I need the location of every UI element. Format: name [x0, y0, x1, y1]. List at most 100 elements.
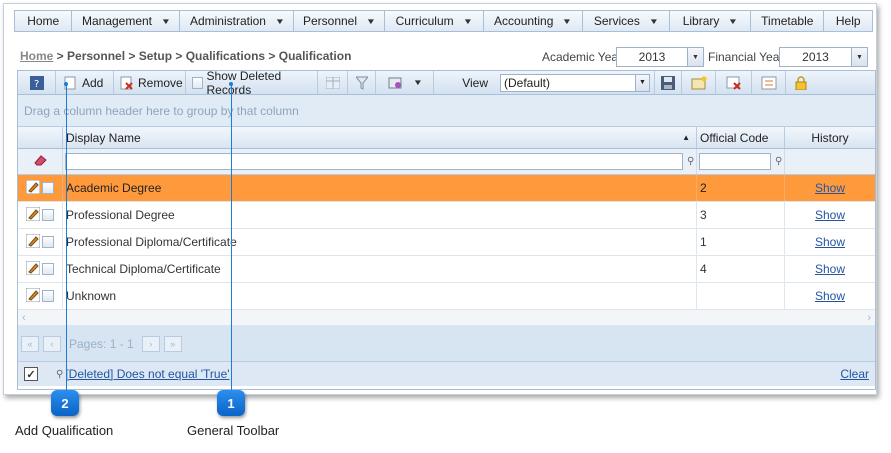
display-name-cell: Technical Diploma/Certificate — [63, 256, 697, 282]
official-code-filter-input[interactable] — [699, 153, 771, 170]
help-icon: ? — [29, 75, 45, 91]
lock-button[interactable] — [786, 71, 816, 94]
group-by-panel[interactable]: Drag a column header here to group by th… — [18, 95, 875, 127]
menu-home[interactable]: Home — [15, 11, 73, 31]
export-menu-button[interactable]: ▼ — [376, 71, 434, 94]
show-history-link[interactable]: Show — [815, 262, 845, 276]
next-page-button[interactable]: › — [141, 335, 160, 352]
chevron-down-icon[interactable]: ▼ — [635, 74, 649, 91]
filter-icon[interactable]: ⚲ — [687, 156, 694, 167]
help-button[interactable]: ? — [18, 71, 56, 94]
last-page-button[interactable]: » — [163, 335, 182, 352]
svg-text:?: ? — [34, 79, 39, 90]
filter-icon[interactable]: ⚲ — [775, 156, 782, 167]
menu-accounting[interactable]: Accounting ▼ — [484, 11, 583, 31]
table-row[interactable]: Technical Diploma/Certificate 4 Show — [18, 256, 875, 283]
table-row[interactable]: Unknown Show — [18, 283, 875, 310]
row-actions — [18, 175, 63, 201]
table-row[interactable]: Academic Degree 2 Show — [18, 175, 875, 202]
filter-footer: ✓ ⚲ [Deleted] Does not equal 'True' Clea… — [18, 362, 875, 386]
chevron-down-icon[interactable]: ▼ — [687, 48, 703, 66]
chevron-down-icon: ▼ — [160, 16, 172, 26]
view-select[interactable]: (Default) ▼ — [500, 73, 650, 92]
display-name-cell: Professional Diploma/Certificate — [63, 229, 697, 255]
column-chooser-button[interactable] — [318, 71, 348, 94]
previous-page-button[interactable]: ‹ — [43, 335, 61, 352]
edit-pencil-icon[interactable] — [25, 260, 41, 278]
general-toolbar: ? Add Remove Show Deleted Records ▼ View… — [18, 69, 875, 97]
academic-year-label: Academic Year — [542, 50, 623, 64]
financial-year-select[interactable]: 2013 ▼ — [779, 47, 868, 67]
menu-management[interactable]: Management ▼ — [72, 11, 181, 31]
apply-filter-checkbox[interactable]: ✓ — [24, 367, 38, 381]
clear-filter-link[interactable]: Clear — [840, 367, 869, 381]
official-code-cell: 2 — [697, 175, 785, 201]
edit-pencil-icon[interactable] — [25, 233, 41, 251]
new-view-button[interactable] — [682, 71, 716, 94]
show-deleted-checkbox[interactable] — [192, 76, 203, 89]
show-history-link[interactable]: Show — [815, 289, 845, 303]
header-history[interactable]: History — [785, 127, 875, 148]
list-settings-icon — [761, 75, 777, 91]
display-name-filter-input[interactable] — [65, 153, 683, 170]
filter-icon: ⚲ — [56, 368, 64, 380]
view-settings-button[interactable] — [752, 71, 786, 94]
chevron-down-icon: ▼ — [728, 16, 739, 26]
scroll-right-icon[interactable]: › — [867, 312, 871, 324]
menu-services[interactable]: Services ▼ — [583, 11, 670, 31]
table-row[interactable]: Professional Diploma/Certificate 1 Show — [18, 229, 875, 256]
filter-button[interactable] — [348, 71, 376, 94]
edit-pencil-icon[interactable] — [25, 206, 41, 224]
columns-icon — [325, 75, 341, 91]
first-page-button[interactable]: « — [21, 335, 39, 352]
header-display-name[interactable]: Display Name ▲ — [63, 127, 697, 148]
row-select-checkbox[interactable] — [42, 209, 54, 221]
menu-library[interactable]: Library ▼ — [670, 11, 752, 31]
menu-help[interactable]: Help — [824, 11, 872, 31]
eraser-icon — [33, 154, 47, 169]
header-selector-column — [18, 127, 63, 148]
menu-administration[interactable]: Administration ▼ — [180, 11, 295, 31]
chevron-down-icon: ▼ — [412, 78, 423, 87]
delete-view-button[interactable] — [716, 71, 752, 94]
row-select-checkbox[interactable] — [42, 263, 54, 275]
edit-pencil-icon[interactable] — [25, 179, 41, 197]
remove-button[interactable]: Remove — [114, 71, 186, 94]
chevron-down-icon[interactable]: ▼ — [851, 48, 867, 66]
header-official-code[interactable]: Official Code — [697, 127, 785, 148]
sort-ascending-icon: ▲ — [682, 133, 690, 142]
edit-pencil-icon[interactable] — [25, 287, 41, 305]
show-history-link[interactable]: Show — [815, 208, 845, 222]
menu-timetable[interactable]: Timetable — [751, 11, 825, 31]
show-history-link[interactable]: Show — [815, 181, 845, 195]
table-row[interactable]: Professional Degree 3 Show — [18, 202, 875, 229]
main-menu-bar: Home Management ▼ Administration ▼ Personn… — [14, 10, 873, 32]
clear-filter-button[interactable] — [18, 149, 63, 174]
history-cell: Show — [785, 283, 875, 309]
callout-badge-add: 2 — [51, 390, 79, 416]
row-select-checkbox[interactable] — [42, 290, 54, 302]
academic-year-select[interactable]: 2013 ▼ — [616, 47, 704, 67]
show-deleted-toggle[interactable]: Show Deleted Records — [186, 69, 318, 97]
history-cell: Show — [785, 256, 875, 282]
row-select-checkbox[interactable] — [42, 182, 54, 194]
menu-curriculum[interactable]: Curriculum ▼ — [385, 11, 484, 31]
row-actions — [18, 283, 63, 309]
breadcrumb-path: > Personnel > Setup > Qualifications > Q… — [53, 49, 352, 63]
row-select-checkbox[interactable] — [42, 236, 54, 248]
show-history-link[interactable]: Show — [815, 235, 845, 249]
horizontal-scrollbar[interactable]: ‹ › — [18, 310, 875, 326]
breadcrumb-home-link[interactable]: Home — [20, 49, 53, 63]
active-filter-link[interactable]: [Deleted] Does not equal 'True' — [65, 367, 229, 381]
new-view-icon — [691, 75, 707, 91]
history-filter-cell — [785, 149, 875, 174]
menu-personnel[interactable]: Personnel ▼ — [294, 11, 385, 31]
save-view-button[interactable] — [654, 71, 682, 94]
chevron-down-icon: ▼ — [562, 16, 573, 26]
view-label: View — [462, 75, 488, 90]
display-name-cell: Professional Degree — [63, 202, 697, 228]
scroll-left-icon[interactable]: ‹ — [22, 312, 26, 324]
qualification-grid: ? Add Remove Show Deleted Records ▼ View… — [17, 69, 876, 390]
history-cell: Show — [785, 175, 875, 201]
export-icon — [388, 75, 404, 91]
